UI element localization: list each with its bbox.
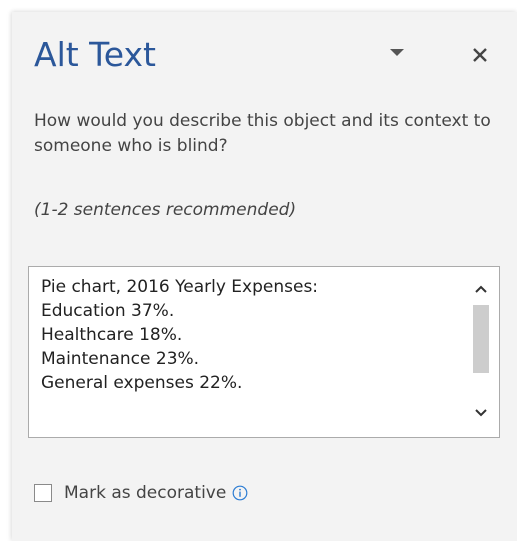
alt-text-pane: Alt Text How would you describe this obj…	[12, 12, 517, 541]
alt-text-line: Maintenance 23%.	[41, 349, 200, 369]
scroll-thumb[interactable]	[473, 305, 489, 373]
info-icon-glyph	[232, 485, 248, 501]
close-button[interactable]	[466, 42, 494, 70]
info-icon[interactable]	[232, 485, 248, 501]
chevron-down-icon	[390, 49, 404, 56]
close-icon	[473, 48, 487, 62]
alt-text-line: General expenses 22%.	[41, 373, 243, 393]
pane-title: Alt Text	[34, 35, 156, 74]
vertical-scrollbar[interactable]	[471, 279, 491, 431]
alt-text-line: Healthcare 18%.	[41, 325, 183, 345]
chevron-up-icon	[475, 285, 487, 293]
mark-decorative-label[interactable]: Mark as decorative	[64, 483, 226, 503]
pane-options-button[interactable]	[385, 45, 409, 65]
mark-decorative-row: Mark as decorative	[34, 480, 248, 506]
sentence-hint: (1-2 sentences recommended)	[34, 200, 297, 220]
chevron-down-icon	[475, 409, 487, 417]
alt-text-textarea[interactable]: Pie chart, 2016 Yearly Expenses: Educati…	[28, 266, 500, 438]
alt-text-content[interactable]: Pie chart, 2016 Yearly Expenses: Educati…	[41, 275, 461, 395]
scroll-up-button[interactable]	[471, 281, 491, 299]
mark-decorative-checkbox[interactable]	[34, 484, 52, 502]
scroll-down-button[interactable]	[471, 405, 491, 423]
description-question: How would you describe this object and i…	[34, 111, 491, 156]
alt-text-line: Pie chart, 2016 Yearly Expenses:	[41, 277, 319, 297]
alt-text-line: Education 37%.	[41, 301, 175, 321]
